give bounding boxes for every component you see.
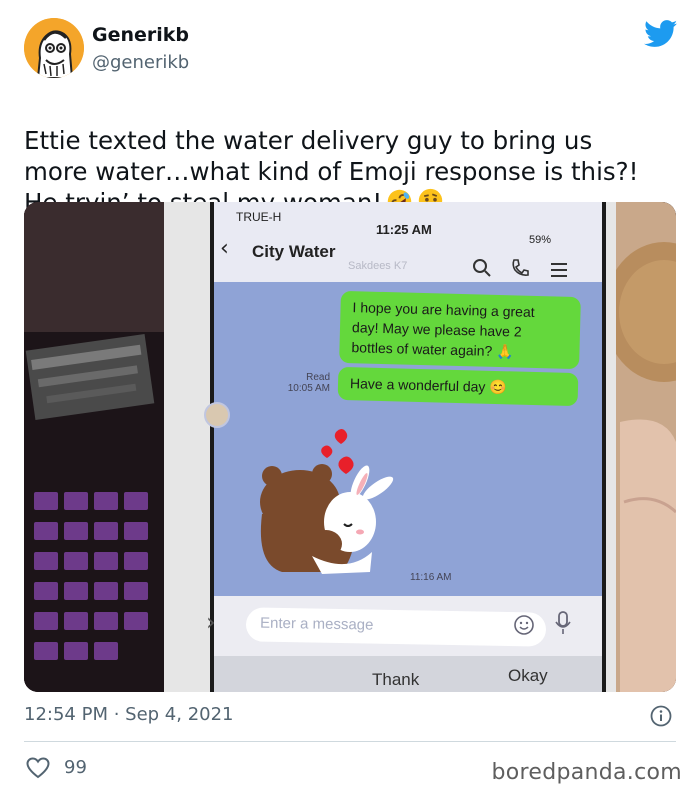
watermark: boredpanda.com: [491, 760, 682, 785]
message-input-placeholder: Enter a message: [259, 614, 374, 634]
avatar[interactable]: [24, 18, 84, 78]
battery-label: 59%: [529, 234, 552, 246]
message-input[interactable]: Enter a message: [245, 607, 547, 647]
menu-icon[interactable]: [550, 262, 568, 278]
back-chevron-icon[interactable]: ‹: [220, 236, 229, 261]
author-name[interactable]: Generikb: [92, 24, 189, 46]
microphone-icon[interactable]: [554, 610, 572, 636]
message-bubble-2: Have a wonderful day 😊: [337, 366, 579, 407]
expand-chevron-icon[interactable]: ›: [206, 608, 216, 636]
read-receipt: Read 10:05 AM: [278, 372, 330, 394]
divider: [24, 741, 676, 742]
twitter-bird-icon[interactable]: [644, 20, 678, 48]
bear-bunny-hug-sticker[interactable]: [252, 424, 402, 584]
phone-call-icon[interactable]: [510, 258, 530, 278]
carrier-label: TRUE-H: [236, 210, 282, 224]
tweet-timestamp[interactable]: 12:54 PM · Sep 4, 2021: [24, 704, 234, 725]
like-count: 99: [64, 757, 87, 778]
info-icon[interactable]: [650, 705, 672, 727]
read-label: Read: [306, 372, 330, 383]
tweet-card: Generikb @generikb Ettie texted the wate…: [0, 0, 700, 795]
message-bubble-1: I hope you are having a great day! May w…: [339, 290, 581, 370]
message-2-text: Have a wonderful day: [349, 375, 486, 395]
chat-subtitle: Sakdees K7: [348, 260, 408, 272]
suggestion-okay[interactable]: Okay: [508, 666, 548, 686]
author-handle[interactable]: @generikb: [92, 52, 189, 73]
search-icon[interactable]: [472, 258, 492, 278]
smiling-face-emoji: 😊: [489, 378, 507, 396]
sticker-time: 11:16 AM: [410, 572, 452, 583]
contact-avatar[interactable]: [204, 402, 230, 428]
like-heart-icon[interactable]: [26, 757, 50, 779]
emoji-picker-icon[interactable]: [512, 613, 536, 637]
avatar-illustration: [24, 18, 84, 78]
chat-title: City Water: [252, 242, 336, 261]
suggestion-thank[interactable]: Thank: [372, 670, 419, 690]
folded-hands-emoji: 🙏: [496, 342, 514, 360]
read-time: 10:05 AM: [287, 383, 330, 394]
phone-time: 11:25 AM: [376, 222, 432, 237]
tweet-body: Ettie texted the water delivery guy to b…: [24, 94, 684, 218]
tweet-photo[interactable]: TRUE-H 11:25 AM 59% ‹ City Water Sakdees…: [24, 202, 676, 692]
